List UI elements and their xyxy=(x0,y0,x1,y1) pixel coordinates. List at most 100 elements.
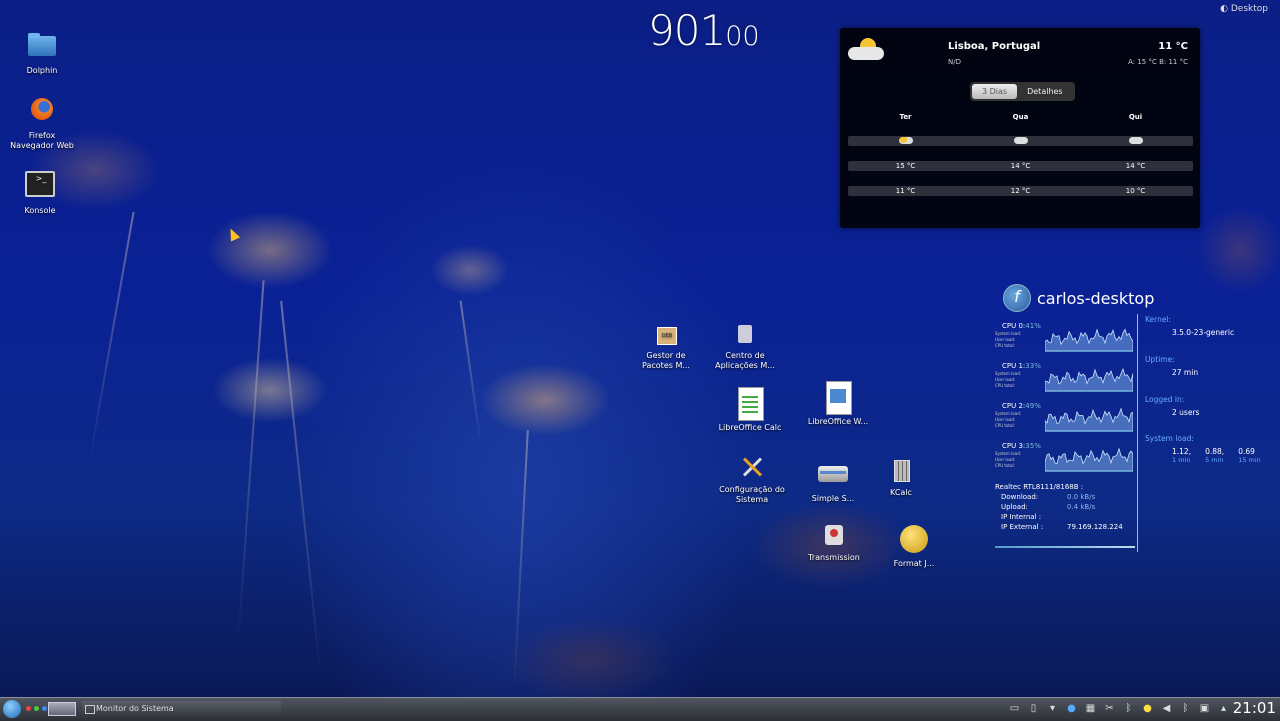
cpu-label: CPU 1: xyxy=(1002,362,1026,370)
system-load-label: System load: xyxy=(1145,434,1194,443)
desktop-icon-dolphin[interactable]: Dolphin xyxy=(7,30,77,76)
cpu-value: 49% xyxy=(1025,402,1041,410)
cpu-load-area xyxy=(1045,367,1133,391)
desktop-pager[interactable] xyxy=(48,702,76,716)
desktop-icon-libreoffice-calc[interactable]: LibreOffice Calc xyxy=(715,387,785,433)
weather-location: Lisboa, Portugal xyxy=(948,41,1041,52)
desktop-icon-simple-scan[interactable]: Simple S... xyxy=(798,458,868,504)
desktop-icon-configuracao-sistema[interactable]: Configuração do Sistema xyxy=(717,455,787,505)
desktop-icon-label: LibreOffice W... xyxy=(807,417,869,426)
desktop-icon-centro-aplicacoes[interactable]: Centro de Aplicações M... xyxy=(710,323,780,371)
ip-external-value: 79.169.128.224 xyxy=(1067,523,1123,531)
hostname-header: f carlos-desktop xyxy=(1003,284,1154,312)
terminal-icon: >_ xyxy=(24,170,56,202)
cpu-sub-label: CPU total: xyxy=(995,423,1015,428)
activity-indicator[interactable] xyxy=(26,706,47,711)
spreadsheet-icon xyxy=(734,387,766,421)
cpu-sparkline xyxy=(1045,447,1133,471)
load-period: 5 min xyxy=(1205,456,1224,464)
wallpaper-detail xyxy=(459,300,483,450)
desktop-icon-gestor-pacotes[interactable]: DEB Gestor de Pacotes M... xyxy=(631,325,701,371)
logged-in-value: 2 users xyxy=(1172,408,1200,417)
desktop-icon-label: Dolphin xyxy=(26,66,58,75)
logged-info: Logged in: 2 users xyxy=(1145,395,1199,417)
package-manager-icon: DEB xyxy=(650,325,682,347)
scanner-icon xyxy=(817,458,849,490)
folder-icon xyxy=(26,30,58,62)
weather-high: 15 °C xyxy=(895,162,916,170)
weather-widget: Lisboa, Portugal N/D 11 °C A: 15 °C B: 1… xyxy=(840,28,1200,228)
desktop-icon-konsole[interactable]: >_ Konsole xyxy=(5,170,75,216)
notes-icon[interactable]: ▭ xyxy=(1008,702,1021,715)
cpu-value: 41% xyxy=(1025,322,1041,330)
printer-icon[interactable]: ▣ xyxy=(1198,702,1211,715)
kernel-label: Kernel: xyxy=(1145,315,1172,324)
upload-label: Upload: xyxy=(1001,503,1028,511)
weather-tabs: 3 Dias Detalhes xyxy=(970,82,1075,101)
weather-day: Qui xyxy=(1128,113,1143,121)
clock-seconds: 00 xyxy=(725,21,760,52)
tab-detalhes[interactable]: Detalhes xyxy=(1017,84,1073,99)
cpu-graph-3: CPU 3:35% System load: User load: CPU tota… xyxy=(995,442,1135,476)
partly-cloudy-icon xyxy=(848,38,884,60)
wrench-icon xyxy=(736,455,768,481)
desktop-label: Desktop xyxy=(1230,4,1268,14)
weather-high: 14 °C xyxy=(1125,162,1146,170)
volume-icon[interactable]: ◀ xyxy=(1160,702,1173,715)
desktop-toolbox[interactable]: ◐ Desktop xyxy=(1220,4,1268,14)
network-globe-icon[interactable]: ● xyxy=(1065,702,1078,715)
clock-hours-rest: 0 xyxy=(673,6,701,55)
taskbar-item-monitor-do-sistema[interactable]: Monitor do Sistema xyxy=(82,701,281,717)
network-section: Realtec RTL8111/8168B : Download: 0.0 kB/… xyxy=(995,482,1135,548)
network-bar xyxy=(995,546,1135,548)
bluetooth-icon[interactable]: ᛒ xyxy=(1122,702,1135,715)
weather-icons-row xyxy=(848,136,1193,146)
tray-expand-icon[interactable]: ▴ xyxy=(1217,702,1230,715)
clock-hours: 9 xyxy=(648,6,675,55)
lightbulb-icon[interactable]: ● xyxy=(1141,702,1154,715)
tab-3-dias[interactable]: 3 Dias xyxy=(972,84,1018,99)
network-adapter: Realtec RTL8111/8168B : xyxy=(995,483,1084,491)
ip-internal-label: IP Internal : xyxy=(1001,513,1042,521)
weather-low: 11 °C xyxy=(895,187,916,195)
chevron-down-icon[interactable]: ▾ xyxy=(1046,702,1059,715)
weather-condition: N/D xyxy=(948,58,961,66)
kernel-info: Kernel: 3.5.0-23-generic xyxy=(1145,315,1234,337)
cpu-sub-label: CPU total: xyxy=(995,463,1015,468)
desktop-icon-transmission[interactable]: Transmission xyxy=(799,523,869,563)
desktop-icon-firefox[interactable]: Firefox Navegador Web xyxy=(7,95,77,151)
wallpaper-detail xyxy=(513,430,529,690)
kernel-value: 3.5.0-23-generic xyxy=(1172,328,1235,337)
desktop-icon-format[interactable]: Format J... xyxy=(879,523,949,569)
weather-days-row: Ter Qua Qui xyxy=(848,112,1193,122)
desktop-icon-label: Gestor de Pacotes M... xyxy=(642,351,690,370)
logged-in-label: Logged in: xyxy=(1145,395,1185,404)
desktop-icon-kcalc[interactable]: KCalc xyxy=(866,458,936,498)
cpu-sparkline xyxy=(1045,328,1133,351)
cpu-graph-0: CPU 0:41% System load: User load: CPU tota… xyxy=(995,322,1135,356)
weather-low: 10 °C xyxy=(1125,187,1146,195)
cpu-load-area xyxy=(1045,447,1133,471)
cpu-value: 33% xyxy=(1025,362,1041,370)
uptime-value: 27 min xyxy=(1172,368,1199,377)
cpu-graph-2: CPU 2:49% System load: User load: CPU tota… xyxy=(995,402,1135,436)
cpu-sub-label: CPU total: xyxy=(995,343,1015,348)
keyboard-icon[interactable]: ▦ xyxy=(1084,702,1097,715)
load-value: 0.69 xyxy=(1238,447,1255,456)
taskbar-clock[interactable]: 21:01 xyxy=(1233,699,1276,717)
desktop-icon-label: Transmission xyxy=(808,553,860,562)
klipper-scissors-icon[interactable]: ✂ xyxy=(1103,702,1116,715)
writer-document-icon xyxy=(822,381,854,415)
clipboard-icon[interactable]: ▯ xyxy=(1027,702,1040,715)
load-value: 1.12, xyxy=(1172,447,1192,456)
bluetooth-tray-icon[interactable]: ᛒ xyxy=(1179,702,1192,715)
cpu-label: CPU 2: xyxy=(1002,402,1026,410)
hostname: carlos-desktop xyxy=(1037,288,1155,308)
wallpaper-detail xyxy=(280,300,322,680)
clock-minutes: 1 xyxy=(699,6,726,55)
application-launcher-icon[interactable] xyxy=(3,700,21,718)
cpu-load-graph xyxy=(1045,365,1133,392)
desktop-icon-libreoffice-writer[interactable]: LibreOffice W... xyxy=(803,381,873,427)
weather-temperature: 11 °C xyxy=(1158,41,1188,52)
cpu-load-area xyxy=(1045,407,1133,431)
